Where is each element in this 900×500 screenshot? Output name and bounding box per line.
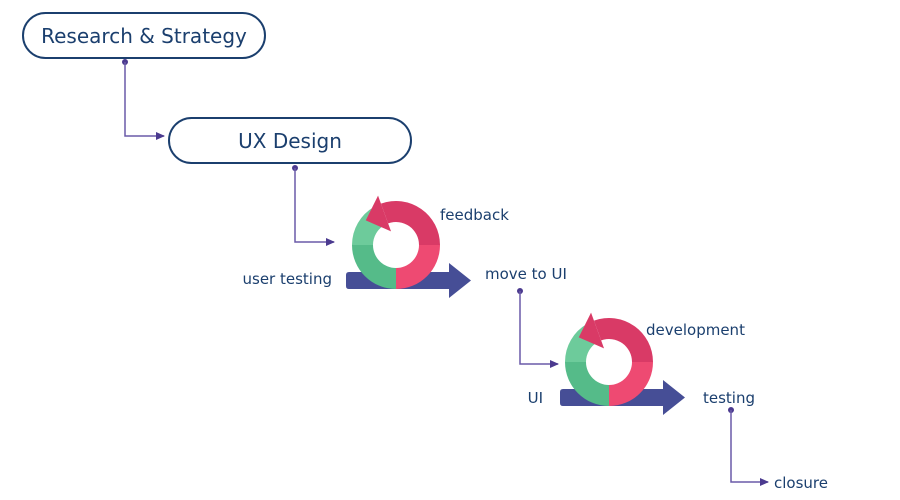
connector-loop1-to-loop2 xyxy=(517,288,559,368)
process-diagram: Research & Strategy UX Design user testi… xyxy=(22,12,828,492)
connector-ux-to-loop xyxy=(292,165,335,246)
connector-line xyxy=(124,62,165,140)
loop2-input-label: UI xyxy=(528,389,543,407)
loop-segment-pink-upper xyxy=(593,318,653,362)
connector-line xyxy=(294,168,335,246)
stage-ux-design: UX Design xyxy=(168,117,412,164)
stage-research-strategy: Research & Strategy xyxy=(22,12,266,59)
research-label: Research & Strategy xyxy=(41,24,247,48)
loop-segment-pink-upper xyxy=(380,201,440,245)
loop2-loop-label: development xyxy=(646,321,745,339)
loop1-input-label: user testing xyxy=(243,270,333,288)
loop1-output-label: move to UI xyxy=(485,265,567,283)
closure-label: closure xyxy=(774,474,828,492)
connector-line xyxy=(730,410,769,486)
connector-line xyxy=(519,291,559,368)
connector-research-to-ux xyxy=(122,59,165,140)
loop2-output-label: testing xyxy=(703,389,755,407)
ux-label: UX Design xyxy=(238,129,342,153)
connector-testing-to-closure xyxy=(728,407,769,486)
loop1-loop-label: feedback xyxy=(440,206,509,224)
